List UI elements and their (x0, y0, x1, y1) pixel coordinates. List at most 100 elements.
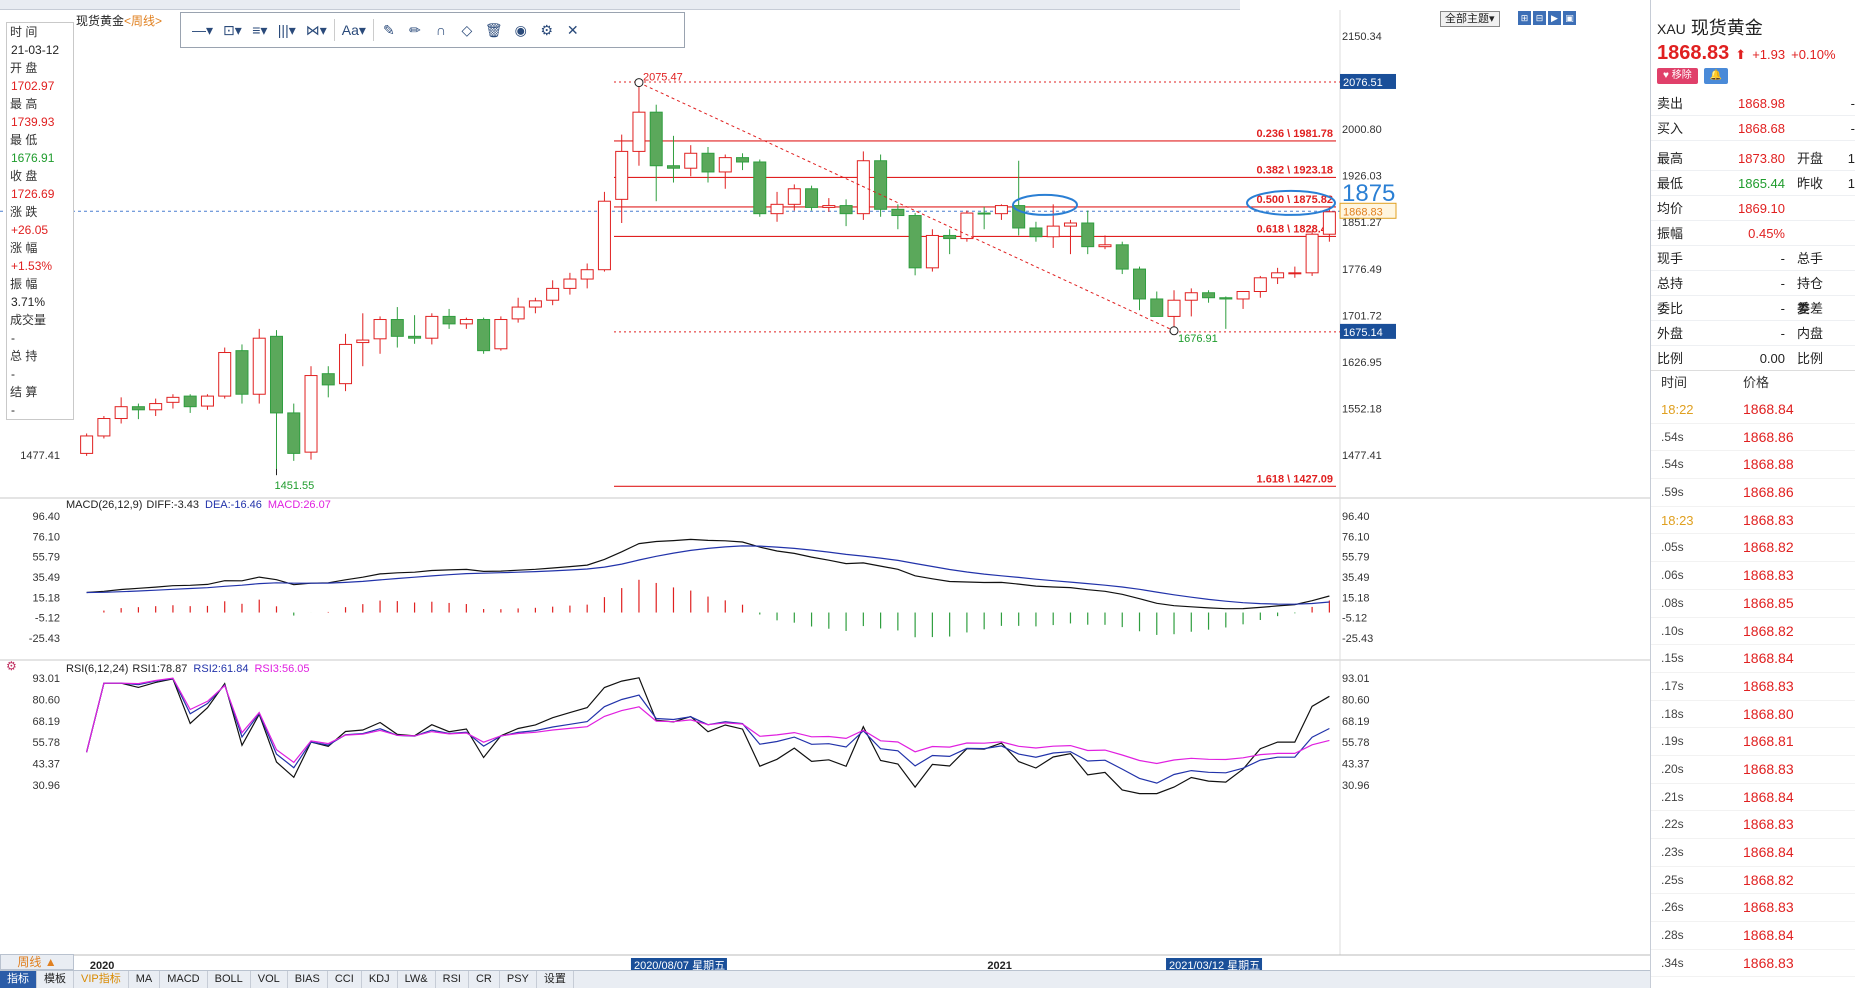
rsi-tick-right: 43.37 (1342, 759, 1370, 771)
quote-label: 买入 (1657, 121, 1684, 136)
candle (1133, 266, 1147, 311)
tick-price: 1868.83 (1743, 760, 1794, 777)
tick-time: .25s (1661, 872, 1684, 887)
theme-dropdown[interactable]: 全部主题▾ (1440, 11, 1500, 27)
candle-body (390, 319, 404, 337)
quote-label-2 (1785, 196, 1835, 220)
highlight-ellipse[interactable] (1012, 193, 1078, 216)
period-tab[interactable]: 周线 ▲ (0, 954, 74, 970)
channel-tool-icon[interactable]: ≡▾ (249, 16, 271, 44)
tick-price: 1868.83 (1743, 899, 1794, 916)
candle-body (718, 157, 732, 173)
quote-value: 1865.44 (1738, 176, 1785, 191)
tick-time: .20s (1661, 761, 1684, 776)
candle (131, 403, 145, 420)
tick-row: .28s 1868.84 (1651, 922, 1855, 950)
indicator-tab[interactable]: 设置 (537, 971, 574, 988)
indicator-tab[interactable]: CR (469, 971, 500, 988)
tick-row: .17s 1868.83 (1651, 673, 1855, 701)
candle (649, 104, 663, 202)
trash-icon[interactable]: 🗑 (482, 16, 506, 44)
eraser-icon[interactable]: ◇ (456, 16, 478, 44)
indicator-tab[interactable]: RSI (436, 971, 469, 988)
quote-value: 1868.68 (1738, 121, 1785, 136)
chart-area[interactable]: 2150.342000.801926.031851.271776.491701.… (0, 10, 1650, 970)
gear-icon[interactable]: ⚙ (536, 16, 558, 44)
quote-value: 1873.80 (1738, 151, 1785, 166)
ohlc-info-panel: 时 间 21-03-12 开 盘 1702.97 最 高 1739.93 最 低 1676.9… (6, 22, 74, 420)
indicator-tab[interactable]: BOLL (208, 971, 251, 988)
candle-body (80, 435, 94, 454)
magnet-icon[interactable]: ∩ (430, 16, 452, 44)
candle (183, 394, 197, 413)
view-toggle-icon[interactable]: ▣ (1563, 11, 1576, 25)
grid-tool-icon[interactable]: |||▾ (275, 16, 299, 44)
tick-row: .22s 1868.83 (1651, 811, 1855, 839)
indicator-tab[interactable]: LW& (398, 971, 436, 988)
tick-row: .54s 1868.88 (1651, 451, 1855, 480)
line-tool-icon[interactable]: —▾ (189, 16, 216, 44)
indicator-tab[interactable]: CCI (328, 971, 362, 988)
close-icon[interactable]: ✕ (562, 16, 584, 44)
view-toggle-icon[interactable]: ⊞ (1518, 11, 1531, 25)
stats-table: 最高 1873.80 开盘 1 最低 1865.44 昨收 1 均价 1869.10 振幅 0.45%… (1651, 146, 1855, 371)
quote-value: - (1780, 276, 1785, 291)
candle-body (891, 208, 905, 217)
eye-icon[interactable]: ◉ (510, 16, 532, 44)
indicator-tab[interactable]: 模板 (37, 971, 74, 988)
tick-row: .05s 1868.82 (1651, 534, 1855, 563)
pencil-icon[interactable]: ✎ (378, 16, 400, 44)
indicator-tab[interactable]: KDJ (362, 971, 398, 988)
anchor-point[interactable] (1169, 326, 1179, 336)
settings-icon[interactable]: ⚙ (6, 659, 17, 673)
tick-list[interactable]: 18:22 1868.84 .54s 1868.86 .54s 1868.88 .59s 18… (1651, 396, 1855, 978)
candle-body (494, 319, 508, 350)
pattern-tool-icon[interactable]: ⋈▾ (303, 16, 330, 44)
tick-time: .21s (1661, 789, 1684, 804)
rect-tool-icon[interactable]: ⊡▾ (220, 16, 245, 44)
price-tick-right: 1552.18 (1342, 403, 1382, 415)
indicator-tab[interactable]: VOL (251, 971, 288, 988)
candle (166, 394, 180, 409)
macd-dea: DEA:-16.46 (205, 499, 262, 511)
indicator-tab[interactable]: 指标 (0, 971, 37, 988)
tick-row: .23s 1868.84 (1651, 839, 1855, 867)
view-toggle-icon[interactable]: ⊟ (1533, 11, 1546, 25)
tick-row: .06s 1868.83 (1651, 562, 1855, 590)
anchor-point[interactable] (634, 78, 644, 88)
macd-tick-right: 15.18 (1342, 592, 1370, 604)
fib-level-label: 0.236 \ 1981.78 (1257, 128, 1333, 140)
fib-level-label: 0.382 \ 1923.18 (1257, 164, 1333, 176)
indicator-tab[interactable]: VIP指标 (74, 971, 129, 988)
candle (494, 316, 508, 351)
tick-price: 1868.83 (1743, 511, 1794, 528)
candle (1305, 230, 1319, 276)
remove-favorite-button[interactable]: ♥ 移除 (1657, 68, 1698, 84)
text-tool-icon[interactable]: Aa▾ (339, 16, 369, 44)
indicator-tab[interactable]: MA (129, 971, 161, 988)
candle-body (149, 403, 163, 411)
indicator-tab[interactable]: BIAS (288, 971, 328, 988)
indicator-tab[interactable]: PSY (500, 971, 537, 988)
macd-tick-right: 96.40 (1342, 511, 1370, 523)
macd-value: MACD:26.07 (268, 499, 331, 511)
candle-body (287, 412, 301, 454)
candle (1098, 235, 1112, 250)
tick-price: 1868.82 (1743, 539, 1794, 556)
tick-price: 1868.84 (1743, 927, 1794, 944)
price-tick-right: 1701.72 (1342, 310, 1382, 322)
bell-icon[interactable]: 🔔 (1703, 68, 1729, 84)
macd-name: MACD(26,12,9) (66, 499, 142, 511)
tick-time: .54s (1661, 429, 1684, 444)
view-toggle-icon[interactable]: ▶ (1548, 11, 1561, 25)
info-value: 1726.69 (11, 187, 55, 201)
indicator-tab[interactable]: MACD (160, 971, 208, 988)
quote-label: 最高 (1657, 151, 1684, 166)
quote-label-2: 比例 (1797, 351, 1824, 366)
pen-icon[interactable]: ✏ (404, 16, 426, 44)
quote-value-2 (1835, 321, 1855, 345)
tick-row: .59s 1868.86 (1651, 479, 1855, 507)
candle (287, 403, 301, 461)
date-label: 2021 (987, 960, 1011, 970)
candle-body (1236, 290, 1250, 300)
